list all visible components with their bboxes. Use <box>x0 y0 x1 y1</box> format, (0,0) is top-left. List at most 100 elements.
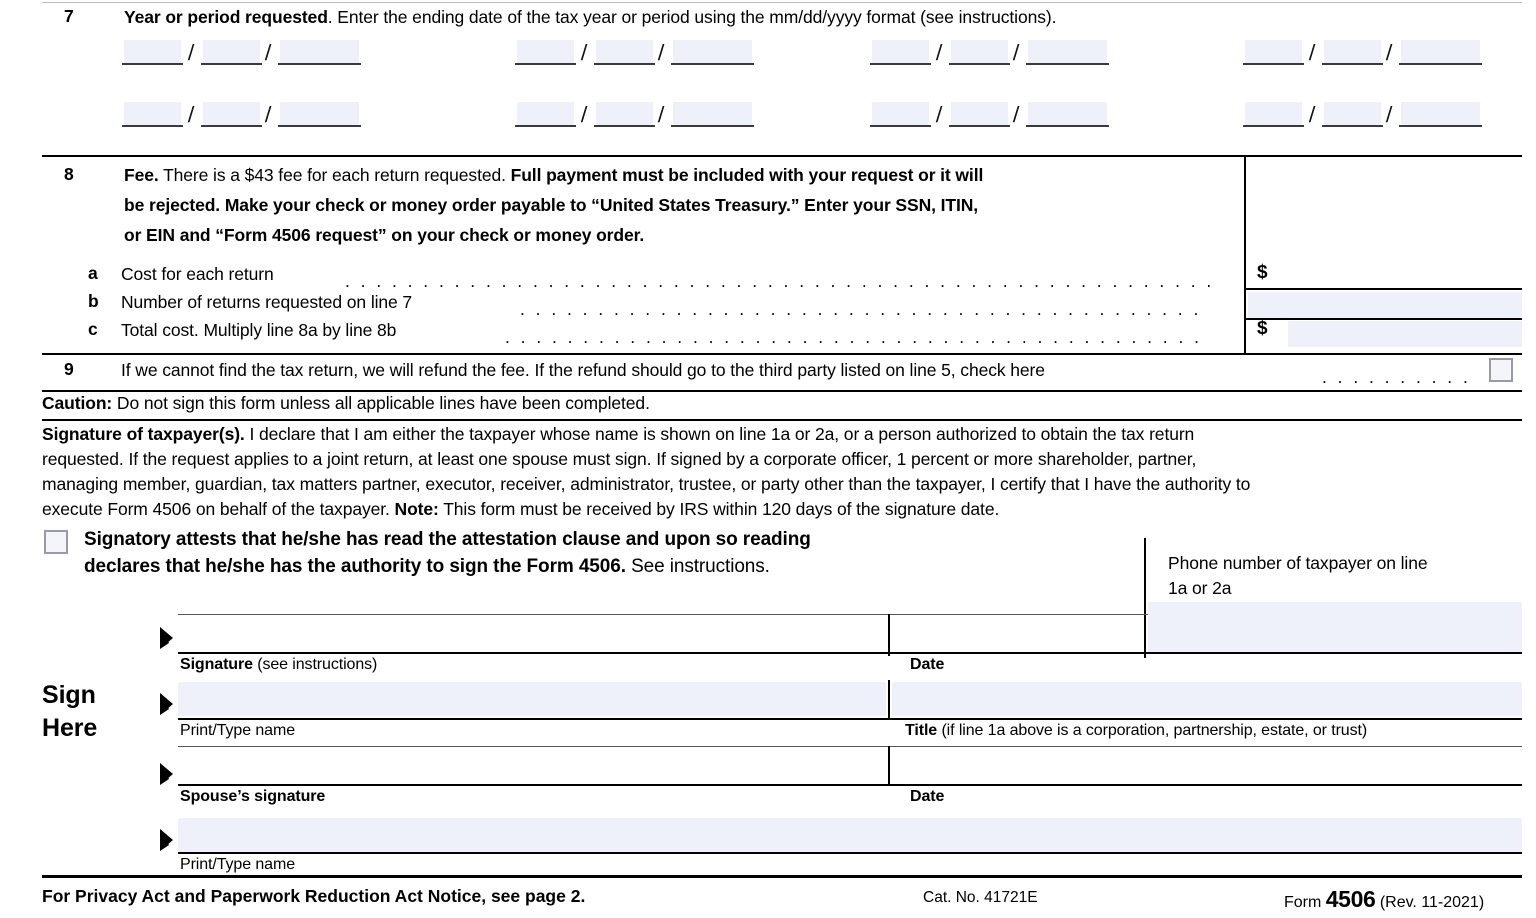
line-8c-currency: $ <box>1257 318 1268 339</box>
line-9-leader: ............. <box>1322 372 1472 386</box>
line-7-date-7-year[interactable] <box>1028 102 1107 125</box>
line-7-date-5-month[interactable] <box>124 102 181 125</box>
form-number-footer: Form 4506 (Rev. 11-2021) <box>1284 886 1484 913</box>
line-7-date-3-year[interactable] <box>1028 40 1107 63</box>
signature-decl-para-1: I declare that I am either the taxpayer … <box>244 424 1195 444</box>
line-8a-value[interactable] <box>1282 258 1522 285</box>
line-7-date-7-day[interactable] <box>951 102 1008 125</box>
line-7-date-2-month[interactable] <box>517 40 574 63</box>
line-7-date-3-day[interactable] <box>951 40 1008 63</box>
line-7-date-8-month-rule <box>1243 125 1304 127</box>
signature-row-3-left-label: Spouse’s signature <box>180 787 325 807</box>
form-number: 4506 <box>1325 886 1376 912</box>
attestation-checkbox[interactable] <box>44 530 68 554</box>
title-label-bold: Title <box>905 722 938 739</box>
sign-here-arrow-4 <box>160 829 173 851</box>
signature-decl-line-4: execute Form 4506 on behalf of the taxpa… <box>42 498 999 520</box>
line-8-head-3: be rejected. Make your check or money or… <box>124 195 979 215</box>
line-8b-letter: b <box>88 291 99 311</box>
line-7-date-4-day[interactable] <box>1324 40 1381 63</box>
print-name-input-2[interactable] <box>178 818 1522 852</box>
line-7-date-3-sep-1: / <box>935 40 943 65</box>
line-7-date-7-sep-1: / <box>935 102 943 127</box>
phone-number-input-overlay[interactable] <box>1148 602 1522 654</box>
line-7-date-5-day[interactable] <box>203 102 260 125</box>
print-name-1-plain: Print/Type name <box>180 722 296 739</box>
line-8-amount-column-divider <box>1244 155 1246 355</box>
attestation-line-2: declares that he/she has the authority t… <box>84 555 770 579</box>
line-9-refund-checkbox[interactable] <box>1489 358 1513 382</box>
line-7-label-bold: Year or period requested <box>124 7 328 27</box>
catalog-number: Cat. No. 41721E <box>923 889 1038 906</box>
line-7-date-6-sep-2: / <box>657 102 665 127</box>
signature-row-3-right-top-rule <box>890 746 1522 747</box>
line-7-date-2-year-rule <box>671 63 754 65</box>
attestation-line-2-plain: See instructions. <box>625 556 770 577</box>
line-8b-value[interactable] <box>1248 292 1522 318</box>
line-7-number: 7 <box>64 6 74 26</box>
signature-row-3-right-label: Date <box>910 787 944 807</box>
signature-decl-line-2: requested. If the request applies to a j… <box>42 449 1197 469</box>
line-8c-letter: c <box>88 319 98 339</box>
line-7-date-3-month[interactable] <box>872 40 929 63</box>
signature-input-1[interactable] <box>178 616 886 650</box>
line-9-number: 9 <box>64 359 74 379</box>
line-7-date-8-day-rule <box>1322 125 1383 127</box>
line-7-date-7-month[interactable] <box>872 102 929 125</box>
line-7-date-6-month-rule <box>515 125 576 127</box>
line-8-fee-plain: There is a $43 fee for each return reque… <box>158 165 511 185</box>
sign-here-arrow-2 <box>160 693 173 715</box>
form-revision: (Rev. 11-2021) <box>1379 894 1485 911</box>
line-7-date-4-month[interactable] <box>1245 40 1302 63</box>
signature-decl-para-4a: execute Form 4506 on behalf of the taxpa… <box>42 499 395 519</box>
line-7-date-5-sep-2: / <box>264 102 272 127</box>
signature-label-bold: Signature <box>180 656 253 673</box>
line-8a-letter: a <box>88 263 98 283</box>
date-label-2-bold: Date <box>910 788 945 805</box>
title-input[interactable] <box>892 682 1522 716</box>
line-7-date-4-day-rule <box>1322 63 1383 65</box>
line-7-date-3-day-rule <box>949 63 1010 65</box>
line-8b-bottom-rule <box>1244 318 1522 320</box>
line-7-date-6-month[interactable] <box>517 102 574 125</box>
line-7-date-7-month-rule <box>870 125 931 127</box>
line-7-date-6-day[interactable] <box>596 102 653 125</box>
line-7-date-5-year-rule <box>278 125 361 127</box>
privacy-act-notice: For Privacy Act and Paperwork Reduction … <box>42 886 586 906</box>
line-8-head-bold-2: Full payment must be included with your … <box>510 165 984 185</box>
line-7-date-1-day[interactable] <box>203 40 260 63</box>
line-7-date-7-day-rule <box>949 125 1010 127</box>
line-7-date-8-month[interactable] <box>1245 102 1302 125</box>
signature-decl-line-1: Signature of taxpayer(s). I declare that… <box>42 423 1194 445</box>
line-8-number: 8 <box>64 164 74 184</box>
line-7-date-1-day-rule <box>201 63 262 65</box>
print-name-input-1[interactable] <box>178 682 886 716</box>
line-7-date-4-year[interactable] <box>1401 40 1480 63</box>
signature-decl-para-4b: This form must be received by IRS within… <box>438 499 1000 519</box>
line-7-date-6-year-rule <box>671 125 754 127</box>
line-9-text: If we cannot find the tax return, we wil… <box>121 360 1045 380</box>
line-7-date-2-day[interactable] <box>596 40 653 63</box>
signature-decl-line-3: managing member, guardian, tax matters p… <box>42 474 1251 494</box>
line-7-date-5-year[interactable] <box>280 102 359 125</box>
date-label-1-bold: Date <box>910 656 945 673</box>
print-name-2-plain: Print/Type name <box>180 856 296 873</box>
phone-column-divider <box>1144 538 1146 658</box>
line-7-date-1-month[interactable] <box>124 40 181 63</box>
signature-decl-heading: Signature of taxpayer(s). <box>42 424 245 444</box>
line-7-date-1-year[interactable] <box>280 40 359 63</box>
line-7-date-8-year-rule <box>1399 125 1482 127</box>
line-8c-value[interactable] <box>1288 321 1522 347</box>
line-7-date-8-year[interactable] <box>1401 102 1480 125</box>
line-7-date-6-day-rule <box>594 125 655 127</box>
line-7-date-4-sep-2: / <box>1385 40 1393 65</box>
line-7-date-2-day-rule <box>594 63 655 65</box>
signature-row-2-bottom-rule <box>178 718 1522 720</box>
line-7-date-3-year-rule <box>1026 63 1109 65</box>
line-7-date-6-year[interactable] <box>673 102 752 125</box>
line-7-date-8-day[interactable] <box>1324 102 1381 125</box>
signature-row-2-left-label: Print/Type name <box>180 721 295 741</box>
line-7-date-2-year[interactable] <box>673 40 752 63</box>
signature-row-4-left-label: Print/Type name <box>180 855 295 875</box>
spouse-signature-input[interactable] <box>178 748 886 782</box>
